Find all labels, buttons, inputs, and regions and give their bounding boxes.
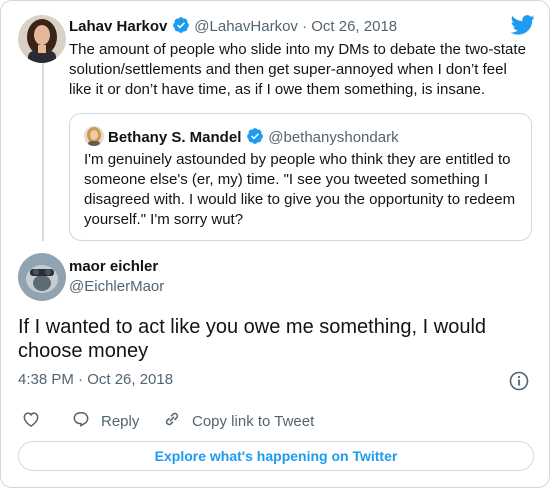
quoted-tweet-header: Bethany S. Mandel @bethanyshondark: [84, 126, 399, 150]
quoted-tweet[interactable]: Bethany S. Mandel @bethanyshondark I'm g…: [69, 113, 532, 241]
verified-badge-icon: [246, 127, 264, 150]
info-icon[interactable]: [509, 371, 529, 396]
like-button[interactable]: [21, 409, 51, 433]
explore-twitter-button[interactable]: Explore what's happening on Twitter: [18, 441, 534, 471]
copy-link-label: Copy link to Tweet: [192, 412, 315, 430]
twitter-bird-icon[interactable]: [510, 15, 535, 40]
parent-author-handle[interactable]: @LahavHarkov: [194, 18, 298, 35]
parent-author-name[interactable]: Lahav Harkov: [69, 18, 167, 35]
reply-button[interactable]: Reply: [71, 409, 139, 433]
quoted-author-name: Bethany S. Mandel: [108, 129, 242, 146]
copy-link-button[interactable]: Copy link to Tweet: [162, 409, 314, 433]
reply-label: Reply: [101, 412, 140, 430]
quoted-author-handle: @bethanyshondark: [268, 129, 399, 146]
main-tweet-timestamp[interactable]: 4:38 PM · Oct 26, 2018: [18, 371, 173, 388]
parent-tweet-date[interactable]: Oct 26, 2018: [311, 18, 397, 35]
link-icon: [162, 409, 192, 433]
lahav-harkov-avatar[interactable]: [18, 15, 66, 63]
bethany-mandel-avatar: [84, 126, 104, 146]
parent-tweet-text: The amount of people who slide into my D…: [69, 41, 526, 98]
verified-badge-icon: [172, 16, 190, 39]
reply-icon: [71, 409, 101, 433]
tweet-embed-card: Lahav Harkov @LahavHarkov · Oct 26, 2018…: [0, 0, 550, 488]
thread-connector-line: [42, 63, 44, 241]
parent-tweet-header: Lahav Harkov @LahavHarkov · Oct 26, 2018: [69, 16, 397, 39]
quoted-tweet-text: I'm genuinely astounded by people who th…: [84, 151, 516, 228]
maor-eichler-avatar[interactable]: [18, 253, 66, 301]
main-author-name[interactable]: maor eichler: [69, 257, 164, 277]
main-tweet-text: If I wanted to act like you owe me somet…: [18, 316, 487, 362]
date-separator: ·: [297, 18, 312, 35]
main-tweet-header: maor eichler @EichlerMaor: [69, 257, 164, 297]
heart-icon: [21, 409, 51, 433]
main-author-handle[interactable]: @EichlerMaor: [69, 277, 164, 297]
tweet-actions: Reply Copy link to Tweet: [18, 409, 538, 431]
